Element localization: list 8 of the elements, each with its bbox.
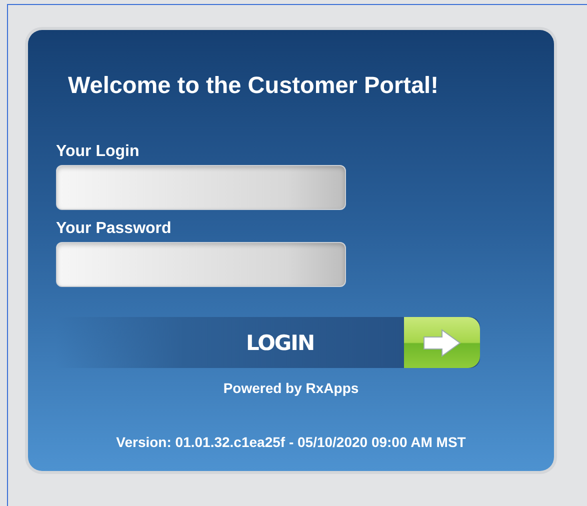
field-label: Your Password bbox=[56, 220, 172, 238]
powered-by-text: Powered by RxApps bbox=[223, 380, 359, 396]
field-label: Your Login bbox=[56, 143, 140, 161]
version-text: Version: 01.01.32.c1ea25f - 05/10/2020 09:00 AM MST bbox=[116, 434, 466, 450]
login-field[interactable] bbox=[56, 165, 346, 210]
welcome-title: Welcome to the Customer Portal! bbox=[68, 72, 438, 99]
arrow-icon bbox=[422, 328, 462, 358]
password-field[interactable] bbox=[56, 242, 346, 287]
